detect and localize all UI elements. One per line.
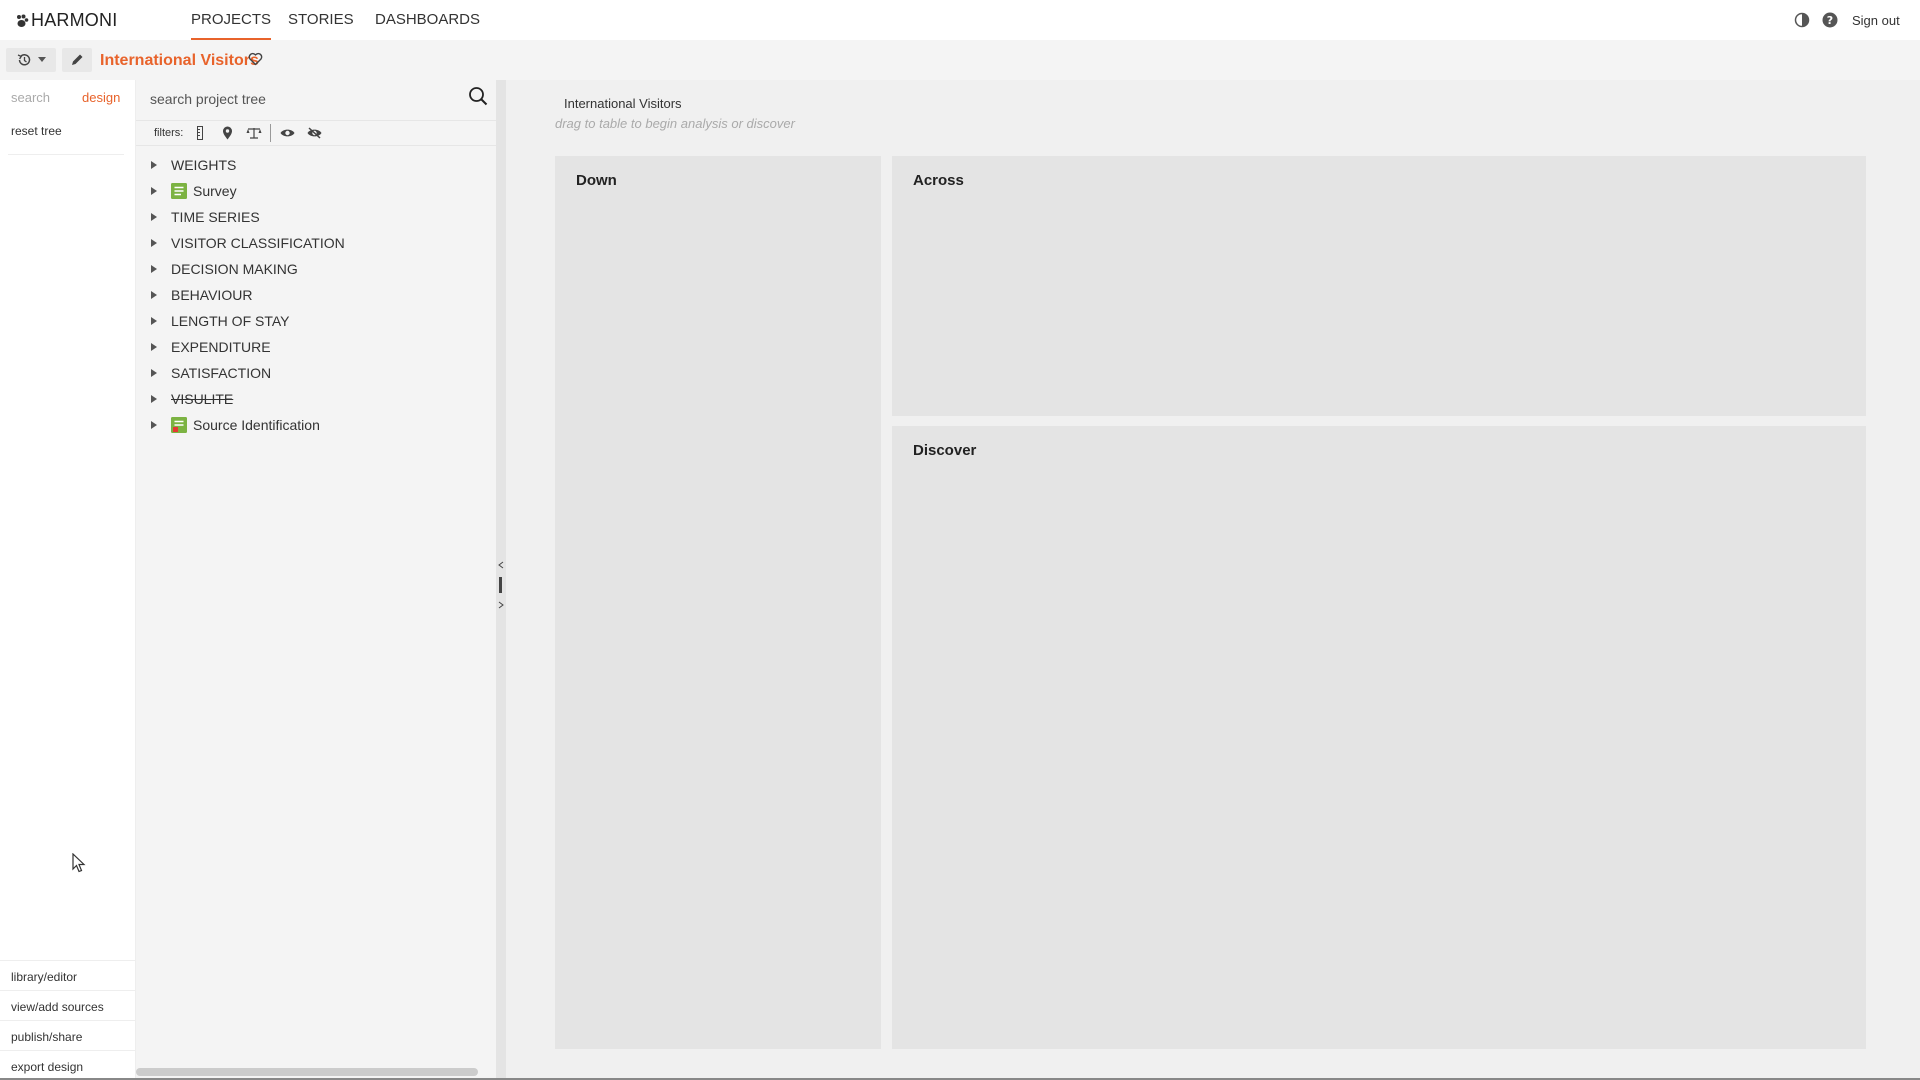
tree-item-label: SATISFACTION bbox=[171, 365, 272, 381]
location-filter-button[interactable] bbox=[216, 124, 238, 142]
tree-item-label: VISITOR CLASSIFICATION bbox=[171, 235, 345, 251]
export-design-link[interactable]: export design bbox=[0, 1050, 136, 1080]
tree-item-label: Survey bbox=[193, 183, 237, 199]
tree-item-label: Source Identification bbox=[193, 417, 320, 433]
chevron-down-icon bbox=[38, 57, 46, 62]
harmoni-logo[interactable]: HARMONI bbox=[15, 10, 117, 31]
expand-caret-icon[interactable] bbox=[151, 187, 157, 195]
reset-tree-link[interactable]: reset tree bbox=[11, 124, 62, 138]
filter-divider bbox=[270, 124, 272, 142]
search-project-tree-input[interactable] bbox=[150, 86, 450, 112]
expand-caret-icon[interactable] bbox=[151, 317, 157, 325]
top-navigation: HARMONI PROJECTS STORIES DASHBOARDS ? Si… bbox=[0, 0, 1920, 40]
scale-filter-button[interactable] bbox=[243, 124, 265, 142]
discover-label: Discover bbox=[913, 442, 977, 459]
tree-item-visitor-classification[interactable]: VISITOR CLASSIFICATION bbox=[136, 230, 496, 256]
history-button[interactable] bbox=[6, 48, 56, 72]
down-drop-zone[interactable]: Down bbox=[555, 156, 881, 1049]
panel-splitter[interactable] bbox=[496, 80, 506, 1080]
map-pin-icon bbox=[222, 126, 232, 140]
tree-item-source-identification[interactable]: Source Identification bbox=[136, 412, 496, 438]
expand-caret-icon[interactable] bbox=[151, 395, 157, 403]
across-label: Across bbox=[913, 172, 964, 189]
divider bbox=[8, 154, 124, 155]
across-drop-zone[interactable]: Across bbox=[892, 156, 1866, 416]
tree-item-length-of-stay[interactable]: LENGTH OF STAY bbox=[136, 308, 496, 334]
filter-bar: filters: bbox=[136, 120, 496, 146]
contrast-icon[interactable] bbox=[1794, 12, 1810, 28]
view-add-sources-link[interactable]: view/add sources bbox=[0, 990, 136, 1020]
tree-item-label: LENGTH OF STAY bbox=[171, 313, 290, 329]
nav-tab-projects[interactable]: PROJECTS bbox=[191, 11, 272, 40]
tree-item-decision-making[interactable]: DECISION MAKING bbox=[136, 256, 496, 282]
scale-icon bbox=[246, 128, 262, 139]
project-toolbar: International Visitors bbox=[0, 40, 1920, 80]
filters-label: filters: bbox=[154, 127, 184, 139]
tree-item-satisfaction[interactable]: SATISFACTION bbox=[136, 360, 496, 386]
tree-item-weights[interactable]: WEIGHTS bbox=[136, 152, 496, 178]
tree-item-behaviour[interactable]: BEHAVIOUR bbox=[136, 282, 496, 308]
workspace-title: International Visitors bbox=[564, 96, 682, 111]
collapse-handle-icon[interactable] bbox=[498, 560, 504, 610]
sign-out-link[interactable]: Sign out bbox=[1852, 13, 1900, 28]
tree-item-label: VISULITE bbox=[171, 391, 234, 407]
heart-icon[interactable] bbox=[248, 52, 263, 66]
expand-caret-icon[interactable] bbox=[151, 369, 157, 377]
project-title: International Visitors bbox=[100, 52, 259, 69]
publish-share-link[interactable]: publish/share bbox=[0, 1020, 136, 1050]
expand-caret-icon[interactable] bbox=[151, 213, 157, 221]
source-icon bbox=[171, 417, 187, 433]
expand-caret-icon[interactable] bbox=[151, 265, 157, 273]
down-label: Down bbox=[576, 172, 617, 189]
expand-caret-icon[interactable] bbox=[151, 239, 157, 247]
pencil-icon bbox=[72, 54, 83, 65]
svg-text:?: ? bbox=[1827, 14, 1833, 27]
tree-item-time-series[interactable]: TIME SERIES bbox=[136, 204, 496, 230]
tab-design[interactable]: design bbox=[82, 90, 120, 105]
tree-item-label: WEIGHTS bbox=[171, 157, 237, 173]
tree-item-label: DECISION MAKING bbox=[171, 261, 298, 277]
show-filter-button[interactable] bbox=[276, 124, 298, 142]
nav-tab-stories[interactable]: STORIES bbox=[288, 11, 354, 40]
left-sidebar: search design reset tree library/editor … bbox=[0, 80, 136, 1080]
eye-icon bbox=[280, 129, 295, 137]
tree-item-expenditure[interactable]: EXPENDITURE bbox=[136, 334, 496, 360]
expand-caret-icon[interactable] bbox=[151, 343, 157, 351]
help-icon[interactable]: ? bbox=[1822, 12, 1838, 28]
horizontal-scrollbar[interactable] bbox=[136, 1068, 478, 1076]
tree-item-visulite[interactable]: VISULITE bbox=[136, 386, 496, 412]
search-icon[interactable] bbox=[468, 86, 488, 106]
edit-button[interactable] bbox=[62, 48, 92, 72]
expand-caret-icon[interactable] bbox=[151, 421, 157, 429]
mouse-cursor-icon bbox=[72, 853, 86, 873]
nav-tab-dashboards[interactable]: DASHBOARDS bbox=[375, 11, 480, 40]
eye-off-icon bbox=[307, 127, 322, 139]
discover-drop-zone[interactable]: Discover bbox=[892, 426, 1866, 1049]
tab-search[interactable]: search bbox=[11, 90, 50, 105]
tree-item-survey[interactable]: Survey bbox=[136, 178, 496, 204]
analysis-workspace: International Visitors drag to table to … bbox=[506, 80, 1920, 1080]
tree-item-label: TIME SERIES bbox=[171, 209, 260, 225]
expand-caret-icon[interactable] bbox=[151, 161, 157, 169]
hide-filter-button[interactable] bbox=[303, 124, 325, 142]
ruler-icon bbox=[197, 126, 204, 140]
project-tree-panel: filters: bbox=[136, 80, 496, 1080]
paw-logo-icon bbox=[17, 14, 29, 27]
tree-item-label: EXPENDITURE bbox=[171, 339, 271, 355]
ruler-filter-button[interactable] bbox=[189, 124, 211, 142]
history-icon bbox=[17, 54, 31, 66]
tree-item-label: BEHAVIOUR bbox=[171, 287, 253, 303]
project-tree: WEIGHTS Survey TIME SERIES VISITOR CLASS… bbox=[136, 152, 496, 438]
library-editor-link[interactable]: library/editor bbox=[0, 960, 136, 990]
survey-icon bbox=[171, 183, 187, 199]
expand-caret-icon[interactable] bbox=[151, 291, 157, 299]
workspace-hint: drag to table to begin analysis or disco… bbox=[555, 116, 795, 131]
logo-text: HARMONI bbox=[31, 10, 118, 30]
